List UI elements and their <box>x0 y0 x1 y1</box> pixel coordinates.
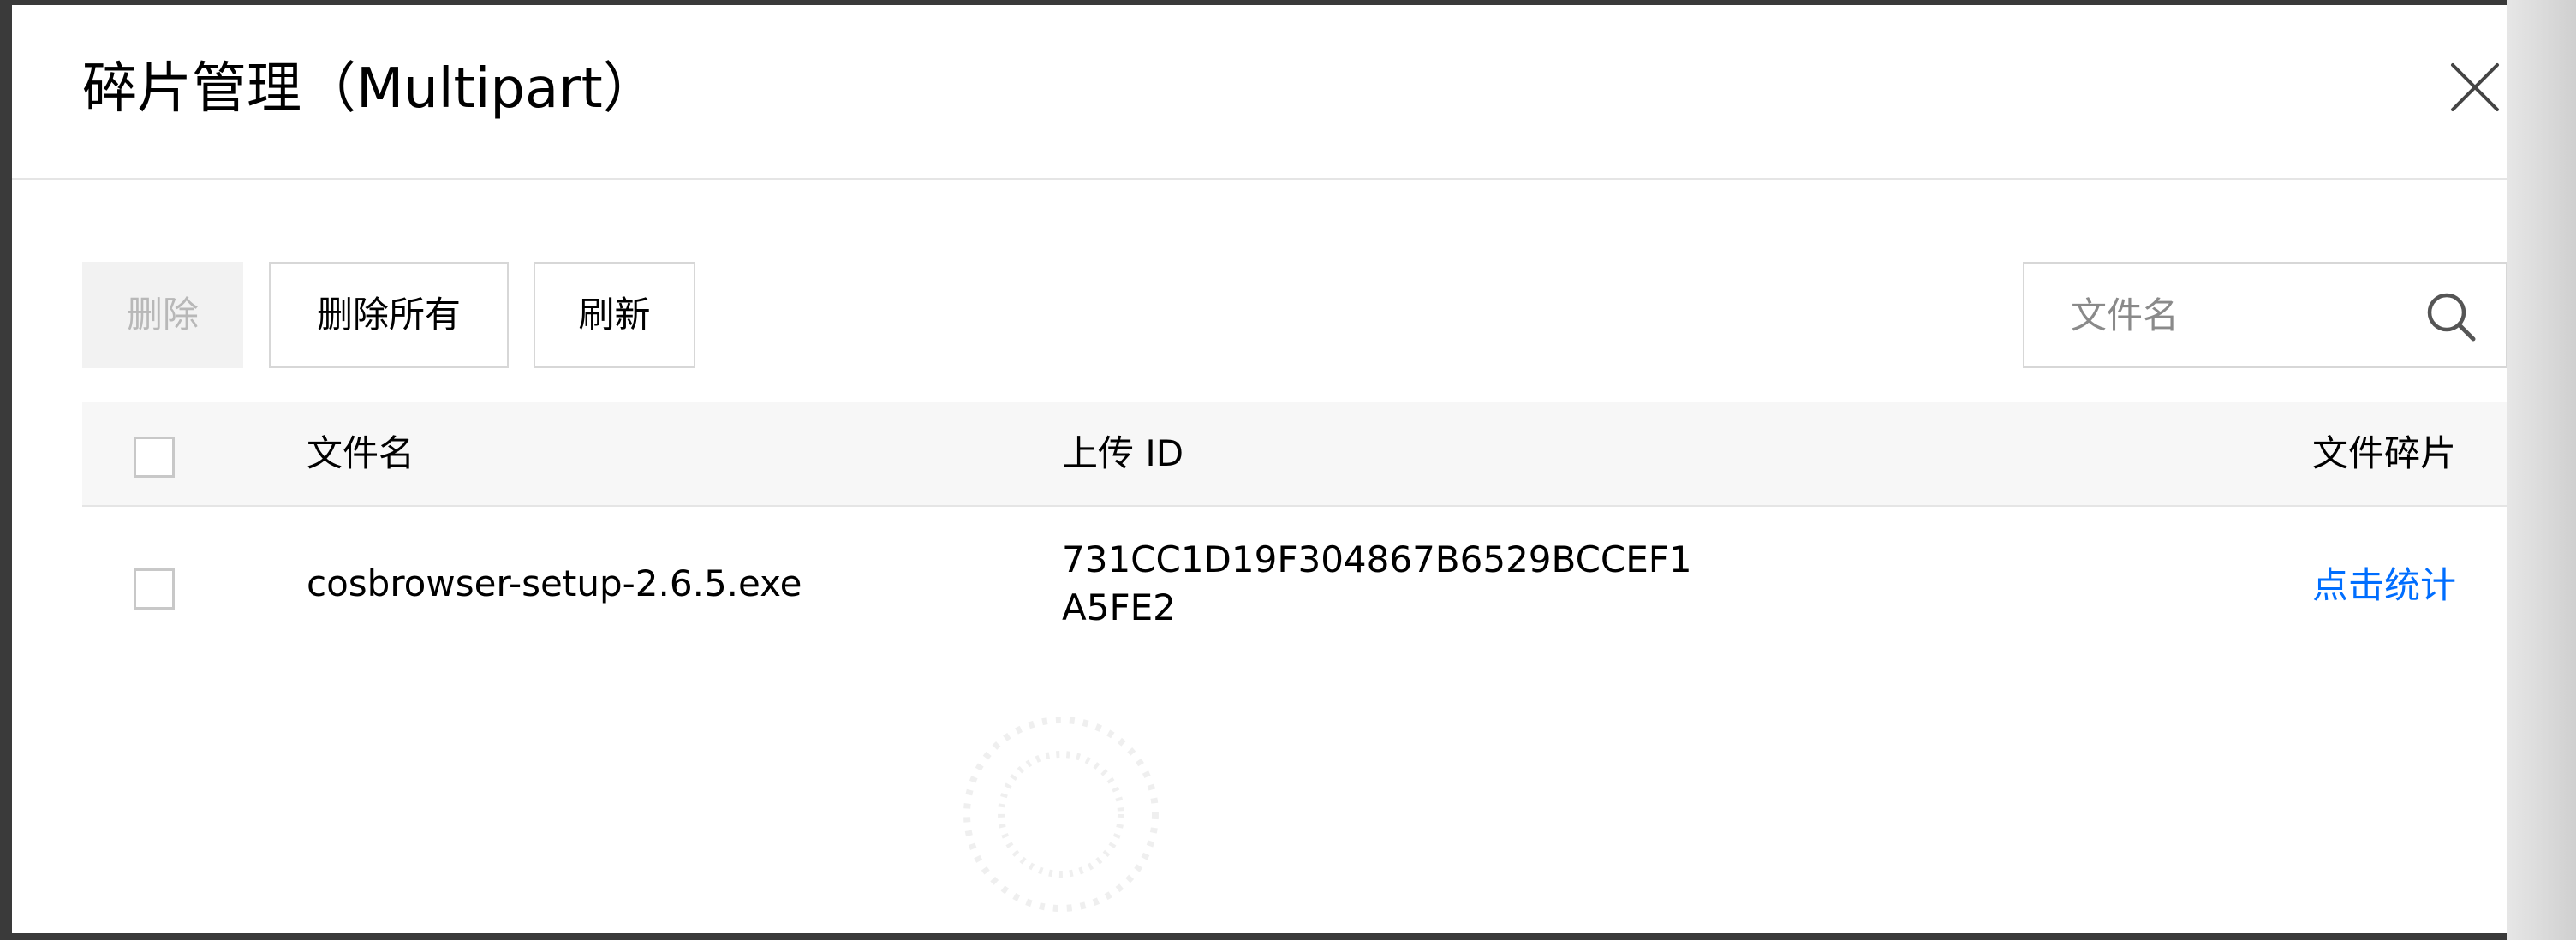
close-icon <box>2451 63 2499 111</box>
row-checkbox[interactable] <box>134 568 175 610</box>
search-icon[interactable] <box>2424 289 2478 344</box>
column-header-upload-id: 上传 ID <box>1062 432 1184 474</box>
dialog-title: 碎片管理（Multipart） <box>82 57 658 121</box>
table-header: 文件名 上传 ID 文件碎片 <box>82 402 2507 507</box>
column-header-fragments: 文件碎片 <box>2312 432 2457 474</box>
refresh-button[interactable]: 刷新 <box>534 262 695 368</box>
watermark-pattern <box>954 707 1168 921</box>
page-backdrop <box>2507 0 2576 940</box>
close-button[interactable] <box>2444 57 2506 118</box>
column-header-filename: 文件名 <box>307 432 415 474</box>
search-box <box>2023 262 2507 368</box>
row-upload-id: 731CC1D19F304867B6529BCCEF1A5FE2 <box>1062 538 1692 628</box>
dialog-header: 碎片管理（Multipart） <box>12 5 2507 180</box>
table-row: cosbrowser-setup-2.6.5.exe 731CC1D19F304… <box>82 507 2507 661</box>
select-all-checkbox[interactable] <box>134 437 175 478</box>
row-count-fragments-link[interactable]: 点击统计 <box>2312 562 2456 610</box>
delete-all-button[interactable]: 删除所有 <box>269 262 509 368</box>
multipart-table: 文件名 上传 ID 文件碎片 <box>82 402 2507 507</box>
multipart-dialog: 碎片管理（Multipart） 删除 删除所有 刷新 文件名 上传 ID 文件碎… <box>12 5 2507 933</box>
row-filename: cosbrowser-setup-2.6.5.exe <box>307 562 802 604</box>
search-input[interactable] <box>2071 264 2379 366</box>
delete-button[interactable]: 删除 <box>82 262 243 368</box>
